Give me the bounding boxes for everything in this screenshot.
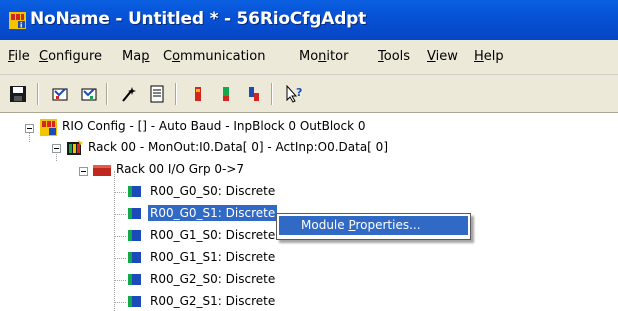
menu-item-post: roperties... — [355, 218, 421, 232]
title-bar[interactable]: i NoName - Untitled * - 56RioCfgAdpt — [0, 0, 618, 40]
rack-icon[interactable] — [243, 83, 265, 105]
menu-bar: File Configure Map Communication Monitor… — [0, 40, 618, 75]
menu-configure[interactable]: Configure — [39, 49, 102, 64]
collapse-toggle[interactable] — [25, 124, 34, 133]
discrete-module-icon — [128, 208, 141, 219]
menu-communication-accel: o — [172, 49, 181, 64]
tree-line — [114, 258, 126, 259]
svg-text:?: ? — [296, 86, 302, 99]
connect-icon[interactable] — [49, 83, 71, 105]
menu-view-accel: V — [427, 49, 436, 64]
discrete-module-icon — [128, 252, 141, 263]
menu-tools-post: ools — [383, 49, 411, 64]
discrete-module-icon — [128, 296, 141, 307]
app-icon: i — [9, 12, 26, 29]
menu-file[interactable]: File — [8, 49, 30, 64]
menu-communication-pre: C — [163, 49, 173, 64]
menu-file-post: ile — [14, 49, 30, 64]
toolbar-separator — [37, 83, 39, 105]
menu-map-accel: p — [141, 49, 150, 64]
config-tree[interactable]: RIO Config - [] - Auto Baud - InpBlock 0… — [0, 113, 618, 311]
help-pointer-icon[interactable]: ? — [284, 83, 306, 105]
tree-node-module[interactable]: R00_G0_S0: Discrete — [148, 183, 277, 199]
tree-line — [114, 236, 126, 237]
menu-communication[interactable]: Communication — [163, 49, 265, 64]
window-title: NoName - Untitled * - 56RioCfgAdpt — [30, 9, 367, 29]
disconnect-icon[interactable] — [78, 83, 100, 105]
menu-view-post: iew — [435, 49, 458, 64]
tree-node-module[interactable]: R00_G1_S1: Discrete — [148, 249, 277, 265]
menu-item-pre: Module — [301, 218, 349, 232]
discrete-module-icon — [128, 274, 141, 285]
toolbar-separator — [106, 83, 108, 105]
tree-node-group[interactable]: Rack 00 I/O Grp 0->7 — [114, 161, 246, 177]
menu-help-accel: H — [474, 49, 484, 64]
tree-node-module-selected[interactable]: R00_G0_S1: Discrete — [148, 205, 278, 221]
menu-communication-post: mmunication — [180, 49, 266, 64]
menu-map[interactable]: Map — [122, 49, 149, 64]
tree-node-module[interactable]: R00_G1_S0: Discrete — [148, 227, 277, 243]
rio-config-icon — [40, 119, 57, 136]
svg-text:i: i — [20, 22, 22, 30]
tree-line — [114, 214, 126, 215]
module-properties-menu-item[interactable]: Module Properties... — [279, 216, 468, 235]
menu-help[interactable]: Help — [474, 49, 504, 64]
menu-view[interactable]: View — [427, 49, 458, 64]
discrete-module-icon — [128, 186, 141, 197]
menu-map-pre: Ma — [122, 49, 142, 64]
io-group-icon — [93, 165, 111, 176]
toolbar-separator — [271, 83, 273, 105]
tree-line — [114, 302, 126, 303]
tree-line — [114, 280, 126, 281]
tree-line — [114, 192, 126, 193]
tree-node-module[interactable]: R00_G2_S1: Discrete — [148, 293, 277, 309]
menu-configure-post: onfigure — [48, 49, 103, 64]
menu-monitor[interactable]: Monitor — [299, 49, 348, 64]
tree-node-root[interactable]: RIO Config - [] - Auto Baud - InpBlock 0… — [60, 118, 368, 134]
tree-node-rack[interactable]: Rack 00 - MonOut:I0.Data[ 0] - ActInp:O0… — [86, 139, 390, 155]
toolbar-separator — [175, 83, 177, 105]
menu-help-post: elp — [483, 49, 504, 64]
discrete-module-icon — [128, 230, 141, 241]
module-icon[interactable] — [187, 83, 209, 105]
toolbar: ? — [0, 75, 618, 113]
properties-icon[interactable] — [146, 83, 168, 105]
collapse-toggle[interactable] — [52, 144, 61, 153]
wizard-icon[interactable] — [118, 83, 140, 105]
save-icon[interactable] — [7, 83, 29, 105]
io-icon[interactable] — [215, 83, 237, 105]
menu-configure-accel: C — [39, 49, 49, 64]
context-menu: Module Properties... — [276, 213, 471, 240]
collapse-toggle[interactable] — [79, 167, 88, 176]
rack-node-icon — [67, 140, 83, 155]
menu-tools[interactable]: Tools — [378, 49, 410, 64]
menu-monitor-post: itor — [326, 49, 349, 64]
menu-monitor-pre: Mo — [299, 49, 319, 64]
tree-node-module[interactable]: R00_G2_S0: Discrete — [148, 271, 277, 287]
